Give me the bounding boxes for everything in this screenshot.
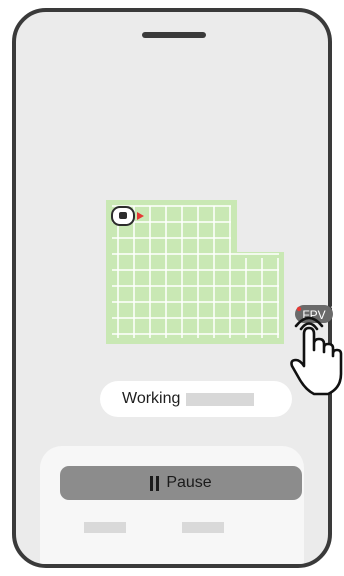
phone-speaker — [142, 32, 206, 38]
status-detail-placeholder — [186, 392, 255, 406]
work-area-map[interactable] — [104, 198, 286, 346]
phone-frame: Working Pause — [12, 8, 332, 568]
secondary-button-right[interactable] — [182, 522, 224, 533]
tap-hand-icon — [290, 316, 343, 396]
status-pill: Working — [100, 381, 292, 417]
control-panel: Pause — [40, 446, 304, 564]
pause-icon — [150, 475, 160, 491]
status-text: Working — [122, 390, 181, 407]
pause-button[interactable]: Pause — [60, 466, 302, 500]
secondary-button-left[interactable] — [84, 522, 126, 533]
pause-label: Pause — [166, 474, 212, 491]
fpv-overlay: FPV — [290, 305, 343, 396]
robot-mower-icon — [111, 206, 135, 226]
